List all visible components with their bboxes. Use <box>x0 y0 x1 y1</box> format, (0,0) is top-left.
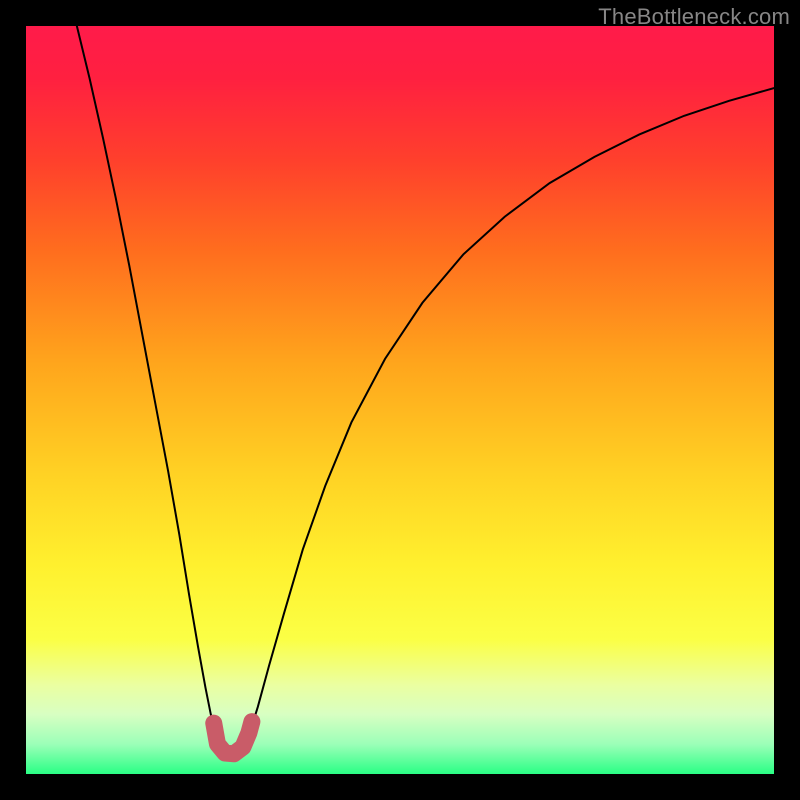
watermark-text: TheBottleneck.com <box>598 4 790 30</box>
chart-frame: TheBottleneck.com <box>0 0 800 800</box>
chart-background <box>26 26 774 774</box>
bottleneck-chart <box>26 26 774 774</box>
